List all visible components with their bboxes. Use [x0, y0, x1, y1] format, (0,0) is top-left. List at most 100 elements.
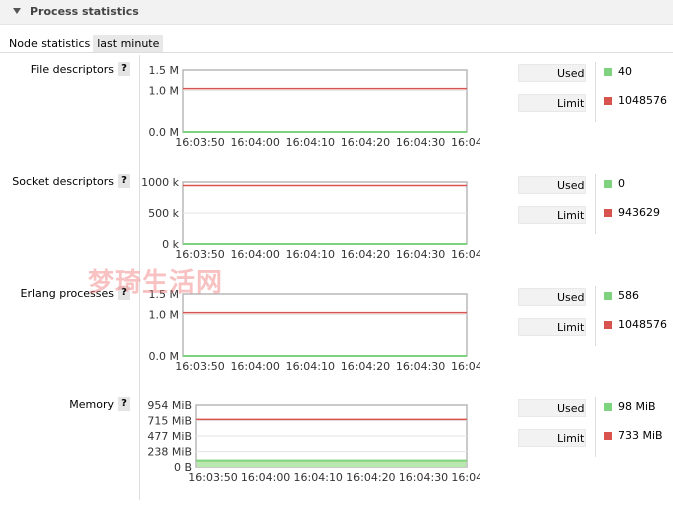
y-tick-label: 1000 k — [141, 176, 179, 189]
stat-label-text: Socket descriptors — [12, 174, 114, 188]
legend-limit: 1048576 — [604, 94, 667, 107]
limit-button-label: Limit — [557, 432, 585, 445]
y-tick-label: 715 MiB — [147, 415, 192, 428]
legend-used: 40 — [604, 65, 632, 78]
y-tick-label: 238 MiB — [147, 446, 192, 459]
y-tick-label: 500 k — [148, 207, 179, 220]
stat-chart: 954 MiB715 MiB477 MiB238 MiB0 B16:03:50 1… — [147, 399, 480, 484]
used-button-label: Used — [557, 179, 585, 192]
x-tick-label: 16:04:00 — [230, 136, 279, 149]
used-button[interactable]: Used — [518, 176, 586, 194]
limit-button[interactable]: Limit — [518, 206, 586, 224]
legend-used: 0 — [604, 177, 625, 190]
x-tick-label: 16:04:40 — [451, 360, 480, 373]
used-value: 40 — [618, 65, 632, 78]
used-button[interactable]: Used — [518, 64, 586, 82]
limit-swatch — [604, 320, 612, 329]
help-icon[interactable]: ? — [118, 397, 130, 411]
used-swatch — [604, 67, 612, 76]
legend-limit: 733 MiB — [604, 429, 663, 442]
limit-value: 943629 — [618, 206, 660, 219]
used-value: 0 — [618, 177, 625, 190]
limit-swatch — [604, 208, 612, 217]
used-button-label: Used — [557, 402, 585, 415]
limit-value: 1048576 — [618, 318, 667, 331]
limit-value: 1048576 — [618, 94, 667, 107]
limit-swatch — [604, 96, 612, 105]
plot-frame — [182, 293, 468, 357]
legend-limit: 943629 — [604, 206, 660, 219]
x-tick-label: 16:04:40 — [451, 136, 480, 149]
x-tick-label: 16:04:20 — [346, 471, 395, 484]
time-range-selector[interactable]: last minute — [93, 35, 164, 52]
stat-label: Memory ? — [69, 397, 130, 411]
x-tick-label: 16:04:10 — [294, 471, 343, 484]
limit-button[interactable]: Limit — [518, 94, 586, 112]
x-tick-label: 16:03:50 — [175, 360, 224, 373]
legend-limit: 1048576 — [604, 318, 667, 331]
x-tick-label: 16:04:30 — [396, 136, 445, 149]
x-tick-label: 16:04:30 — [399, 471, 448, 484]
stat-row: Erlang processes ? 1.5 M 1.0 M 0.0 M 16:03:… — [0, 286, 673, 398]
node-statistics-row: Node statistics last minute — [9, 35, 164, 52]
stat-chart: 1000 k500 k0 k16:03:50 16:04:00 16:04:10 16… — [141, 176, 480, 261]
x-tick-label: 16:04:00 — [230, 248, 279, 261]
x-tick-label: 16:04:00 — [241, 471, 290, 484]
legend-used: 98 MiB — [604, 400, 656, 413]
stat-label: Socket descriptors ? — [12, 174, 130, 188]
limit-button-label: Limit — [557, 97, 585, 110]
stat-label-text: Memory — [69, 397, 114, 411]
watermark: 梦琦生活网 — [88, 268, 224, 298]
used-button-label: Used — [557, 67, 585, 80]
x-tick-label: 16:04:20 — [341, 136, 390, 149]
used-swatch — [604, 402, 612, 411]
used-swatch — [604, 291, 612, 300]
stat-row: Memory ? 954 MiB 715 MiB 477 MiB 238 MiB 0 B… — [0, 397, 673, 509]
used-button-label: Used — [557, 291, 585, 304]
used-swatch — [604, 179, 612, 188]
x-tick-label: 16:04:20 — [341, 360, 390, 373]
x-tick-label: 16:04:30 — [396, 360, 445, 373]
x-tick-label: 16:04:10 — [286, 248, 335, 261]
legend-used: 586 — [604, 289, 639, 302]
divider — [0, 52, 673, 53]
collapse-triangle-icon[interactable] — [13, 8, 21, 14]
limit-button[interactable]: Limit — [518, 429, 586, 447]
limit-button-label: Limit — [557, 321, 585, 334]
x-tick-label: 16:04:40 — [451, 248, 480, 261]
x-tick-label: 16:03:50 — [188, 471, 237, 484]
legend-divider — [595, 397, 596, 457]
x-tick-label: 16:04:40 — [451, 471, 480, 484]
stat-chart: 1.5 M1.0 M0.0 M16:03:50 16:04:00 16:04:10 1… — [149, 288, 480, 373]
limit-button[interactable]: Limit — [518, 318, 586, 336]
stat-row: File descriptors ? 1.5 M 1.0 M 0.0 M 16:03:… — [0, 62, 673, 174]
x-tick-label: 16:04:00 — [230, 360, 279, 373]
x-tick-label: 16:04:10 — [286, 360, 335, 373]
stat-chart: 1.5 M1.0 M0.0 M16:03:50 16:04:00 16:04:10 1… — [149, 64, 480, 149]
x-tick-label: 16:04:20 — [341, 248, 390, 261]
stat-label-text: File descriptors — [30, 62, 114, 76]
help-icon[interactable]: ? — [118, 62, 130, 76]
limit-button-label: Limit — [557, 209, 585, 222]
section-title: Process statistics — [30, 5, 139, 18]
x-tick-label: 16:03:50 — [175, 248, 224, 261]
legend-divider — [595, 286, 596, 346]
y-tick-label: 477 MiB — [147, 430, 192, 443]
x-tick-label: 16:04:10 — [286, 136, 335, 149]
y-tick-label: 954 MiB — [147, 399, 192, 412]
legend-divider — [595, 174, 596, 234]
y-tick-label: 1.0 M — [149, 85, 179, 98]
plot-frame — [182, 69, 468, 133]
stat-label: File descriptors ? — [31, 62, 130, 76]
used-button[interactable]: Used — [518, 288, 586, 306]
section-header[interactable]: Process statistics — [0, 0, 673, 25]
used-button[interactable]: Used — [518, 399, 586, 417]
limit-swatch — [604, 431, 612, 440]
x-tick-label: 16:03:50 — [175, 136, 224, 149]
node-statistics-label: Node statistics — [9, 37, 91, 50]
legend-divider — [595, 62, 596, 122]
y-tick-label: 1.5 M — [149, 64, 179, 77]
limit-value: 733 MiB — [618, 429, 663, 442]
y-tick-label: 1.0 M — [149, 309, 179, 322]
help-icon[interactable]: ? — [118, 174, 130, 188]
